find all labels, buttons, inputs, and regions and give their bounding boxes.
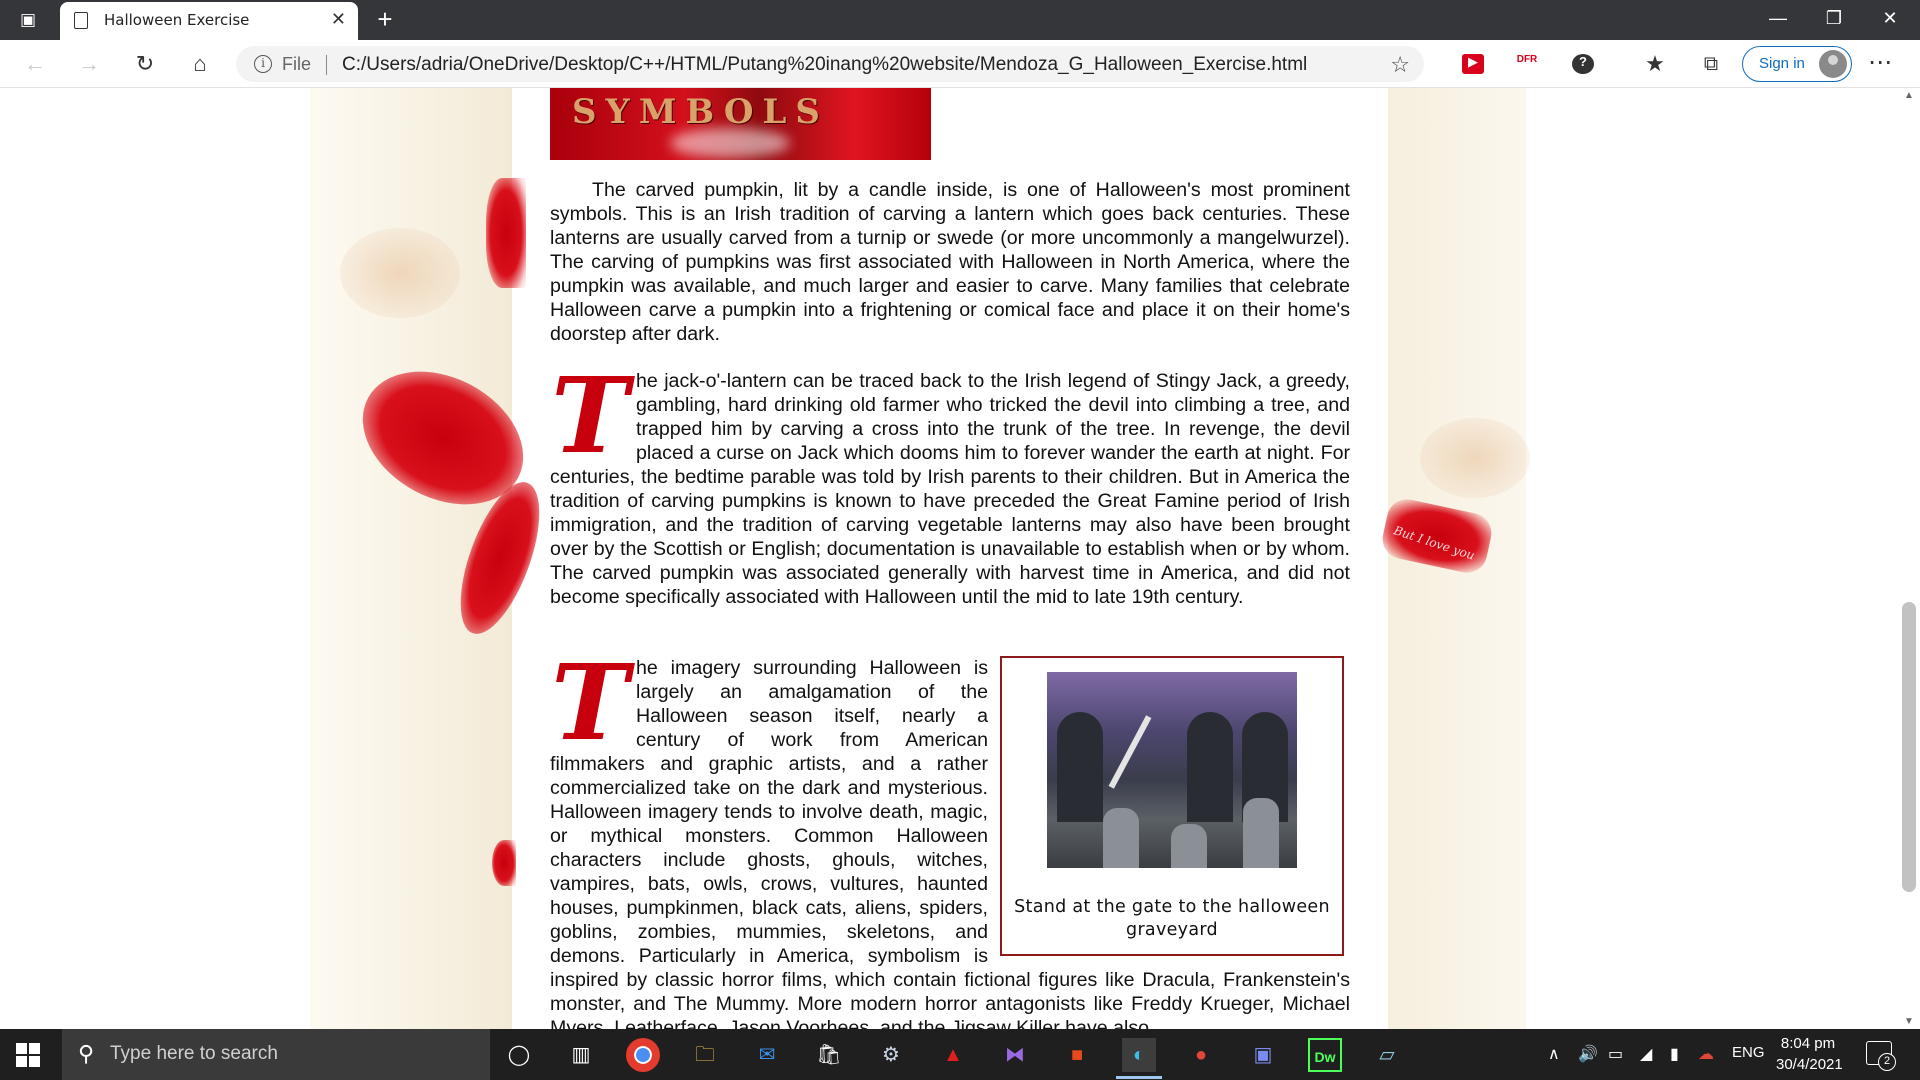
language-indicator[interactable]: ENG	[1732, 1044, 1765, 1061]
scrollbar-thumb[interactable]	[1902, 602, 1916, 892]
paragraph-pumpkin: The carved pumpkin, lit by a candle insi…	[550, 179, 1350, 345]
store-icon[interactable]: 🛍	[812, 1038, 846, 1072]
page-scrollbar[interactable]: ▲ ▼	[1900, 88, 1920, 1029]
new-tab-button[interactable]: +	[370, 4, 400, 35]
search-placeholder: Type here to search	[110, 1043, 278, 1064]
acrobat-icon[interactable]: ▲	[936, 1038, 970, 1072]
avatar	[1819, 50, 1847, 78]
more-icon[interactable]: ⋯	[1868, 48, 1892, 77]
gravestone	[1243, 798, 1279, 868]
favorites-icon[interactable]: ★	[1640, 50, 1670, 78]
browser-titlebar: ▣ Halloween Exercise ✕ + — ❐ ✕	[0, 0, 1920, 40]
file-label: File	[282, 54, 312, 74]
onedrive-icon[interactable]: ☁	[1698, 1044, 1714, 1064]
back-arrow-icon[interactable]: ←	[20, 50, 50, 78]
windows-start-icon[interactable]	[16, 1043, 40, 1067]
cortana-icon[interactable]: ◯	[502, 1038, 536, 1072]
tab-title: Halloween Exercise	[104, 11, 250, 29]
sign-in-button[interactable]: Sign in	[1742, 46, 1852, 82]
tab-actions-icon[interactable]: ▣	[14, 8, 42, 32]
close-tab-icon[interactable]: ✕	[331, 9, 346, 30]
address-bar[interactable]: i File C:/Users/adria/OneDrive/Desktop/C…	[236, 46, 1424, 82]
system-clock[interactable]: 8:04 pm 30/4/2021	[1776, 1033, 1843, 1075]
volume-icon[interactable]: 🔊	[1578, 1044, 1598, 1064]
graveyard-arch	[1187, 712, 1233, 822]
extension-dfr-icon[interactable]: DFR	[1516, 54, 1538, 74]
banner-title: SYMBOLS	[572, 92, 829, 132]
refresh-icon[interactable]: ↻	[130, 50, 160, 78]
scroll-down-icon[interactable]: ▼	[1904, 1016, 1914, 1027]
mail-icon[interactable]: ✉	[750, 1038, 784, 1072]
search-icon: ⚲	[78, 1041, 95, 1066]
notification-count: 2	[1878, 1053, 1896, 1071]
page-icon	[74, 12, 88, 29]
background-stain	[340, 228, 460, 318]
edge-icon[interactable]: ◐	[1116, 1038, 1162, 1079]
paragraph-jack-o-lantern: The jack-o'-lantern can be traced back t…	[550, 354, 1350, 609]
browser-tab[interactable]: Halloween Exercise ✕	[60, 2, 358, 40]
clock-date: 30/4/2021	[1776, 1056, 1843, 1073]
clock-time: 8:04 pm	[1780, 1035, 1836, 1052]
office-icon[interactable]: ■	[1060, 1038, 1094, 1072]
home-icon[interactable]: ⌂	[185, 50, 215, 78]
task-view-icon[interactable]: ▥	[564, 1038, 598, 1072]
chrome-icon[interactable]	[626, 1038, 660, 1072]
graveyard-figure: Stand at the gate to the halloween grave…	[1000, 656, 1344, 956]
battery-icon[interactable]: ▭	[1608, 1044, 1623, 1064]
add-favorite-icon[interactable]: ☆	[1390, 52, 1410, 78]
extension-help-icon[interactable]: ?	[1572, 54, 1594, 74]
browser-toolbar: ← → ↻ ⌂ i File C:/Users/adria/OneDrive/D…	[0, 40, 1920, 88]
restore-icon[interactable]: ❐	[1806, 0, 1862, 40]
dreamweaver-icon[interactable]: Dw	[1308, 1038, 1342, 1072]
url-text[interactable]: C:/Users/adria/OneDrive/Desktop/C++/HTML…	[342, 54, 1307, 76]
graveyard-image	[1047, 672, 1297, 868]
figure-caption: Stand at the gate to the halloween grave…	[1014, 897, 1330, 940]
app-icon[interactable]: ⚙	[874, 1038, 908, 1072]
minimize-icon[interactable]: —	[1750, 0, 1806, 40]
blood-splatter	[492, 840, 516, 886]
taskbar-search-box[interactable]: ⚲ Type here to search	[62, 1029, 490, 1080]
info-icon[interactable]: i	[254, 55, 272, 73]
content-column: SYMBOLS The carved pumpkin, lit by a can…	[550, 88, 1350, 1029]
microphone-icon[interactable]: ▮	[1670, 1044, 1679, 1064]
paragraph-text: he jack-o'-lantern can be traced back to…	[550, 370, 1350, 608]
dropcap-letter: T	[551, 354, 629, 477]
symbols-banner: SYMBOLS	[550, 88, 931, 160]
extension-red-icon[interactable]: ▶	[1462, 54, 1484, 74]
collections-icon[interactable]: ⧉	[1696, 50, 1726, 78]
gravestone	[1103, 808, 1139, 868]
discord-icon[interactable]: ▣	[1246, 1038, 1280, 1072]
chrome-profile-icon[interactable]: ●	[1184, 1038, 1218, 1072]
wifi-icon[interactable]: ◢	[1640, 1044, 1652, 1064]
graveyard-arch	[1057, 712, 1103, 822]
paragraph-imagery: T Stand at the gate to the halloween gra…	[550, 641, 1350, 1030]
dropcap-letter: T	[551, 641, 629, 764]
visual-studio-icon[interactable]: ⧓	[998, 1038, 1032, 1072]
sign-in-label: Sign in	[1759, 55, 1805, 72]
blood-splatter	[486, 178, 526, 288]
background-stain	[1420, 418, 1530, 498]
show-hidden-icons-icon[interactable]: ∧	[1548, 1044, 1560, 1064]
forward-arrow-icon[interactable]: →	[74, 50, 104, 78]
notepad-icon[interactable]: ▱	[1370, 1038, 1404, 1072]
file-explorer-icon[interactable]: 🗀	[688, 1038, 722, 1072]
close-window-icon[interactable]: ✕	[1862, 0, 1918, 40]
gravestone	[1171, 824, 1207, 868]
scroll-up-icon[interactable]: ▲	[1904, 90, 1914, 101]
page-viewport: But I love you SYMBOLS The carved pumpki…	[0, 88, 1900, 1029]
skeleton-figure	[1108, 715, 1152, 789]
windows-taskbar: ⚲ Type here to search ◯ ▥ 🗀 ✉ 🛍 ⚙ ▲ ⧓ ■ …	[0, 1029, 1920, 1080]
address-separator	[326, 55, 327, 75]
